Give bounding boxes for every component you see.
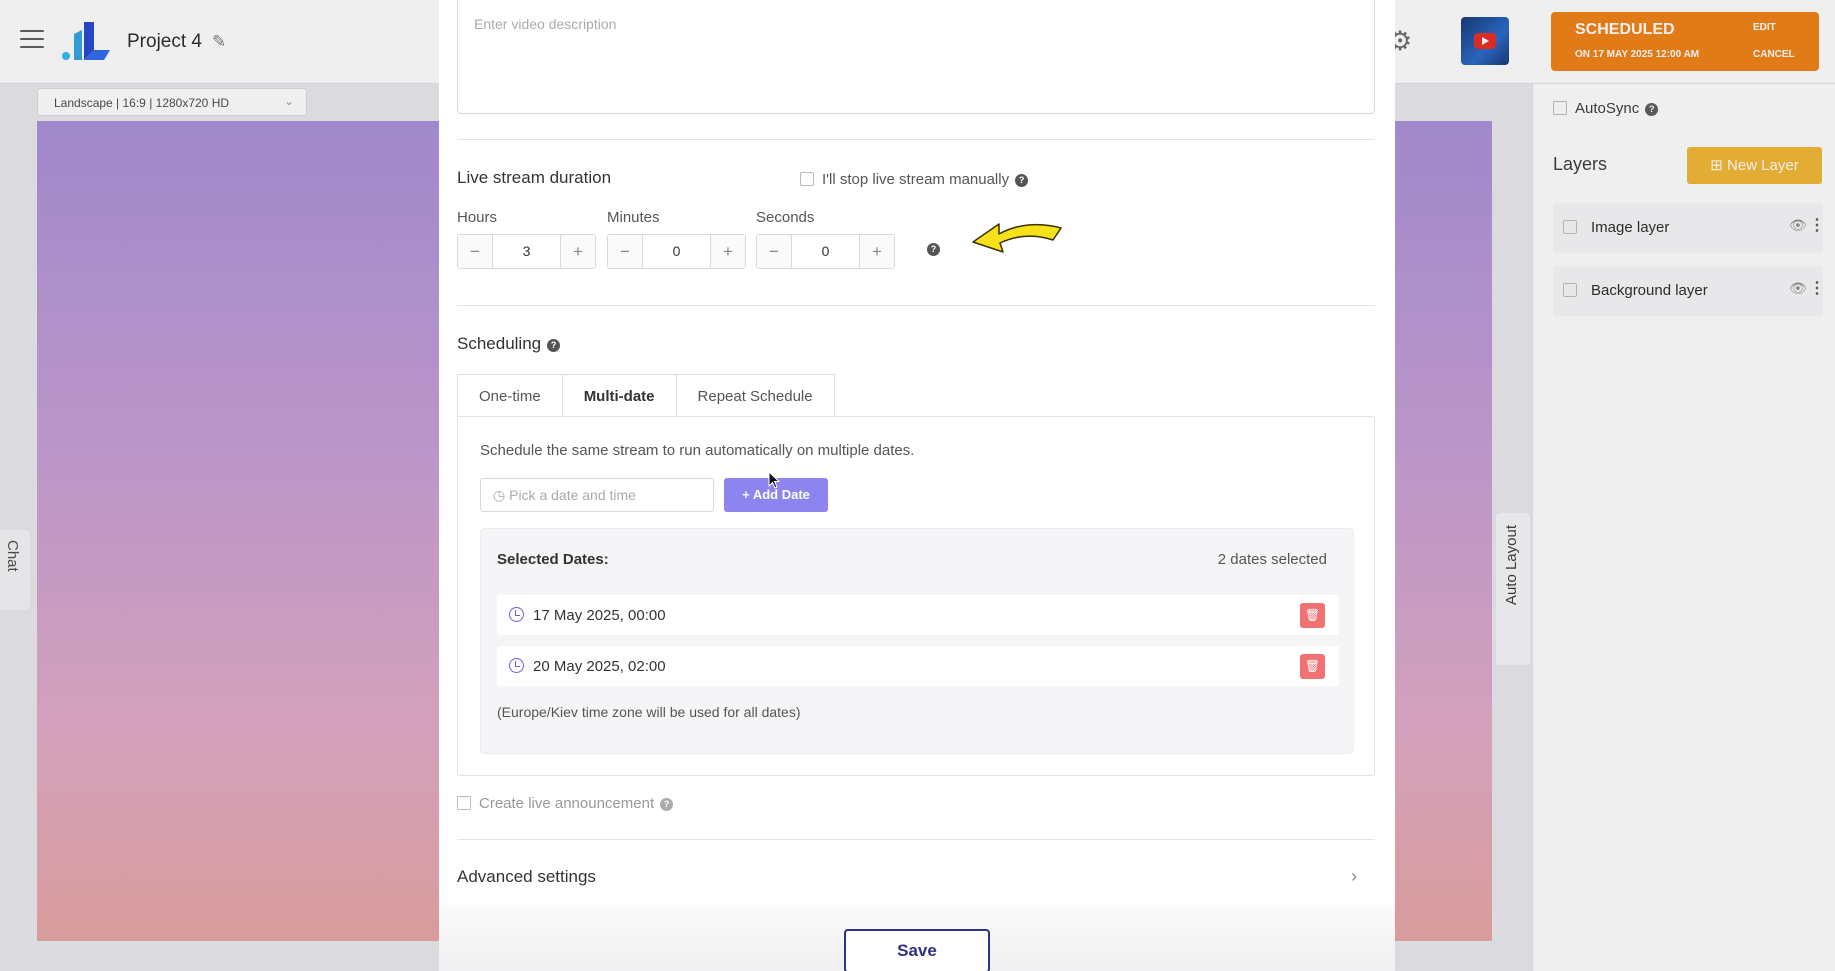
- advanced-settings-toggle[interactable]: Advanced settings: [457, 867, 596, 887]
- date-row: 17 May 2025, 00:00 🗑: [497, 595, 1339, 635]
- decrement-button[interactable]: −: [608, 235, 643, 268]
- decrement-button[interactable]: −: [458, 235, 493, 268]
- help-icon[interactable]: ?: [927, 243, 940, 256]
- add-date-label: Add Date: [752, 487, 810, 502]
- video-description-field[interactable]: Enter video description: [457, 0, 1375, 114]
- live-announcement-label: Create live announcement: [479, 795, 655, 812]
- seconds-stepper[interactable]: − 0 +: [756, 234, 895, 269]
- scheduling-title: Scheduling?: [457, 334, 561, 354]
- hours-stepper[interactable]: − 3 +: [457, 234, 596, 269]
- minutes-value[interactable]: 0: [643, 235, 710, 268]
- clock-icon: [509, 658, 524, 673]
- hours-label: Hours: [457, 209, 498, 226]
- date-time-picker-input[interactable]: ◷ Pick a date and time: [480, 478, 714, 512]
- date-row-value: 20 May 2025, 02:00: [533, 658, 666, 675]
- selected-dates-title: Selected Dates:: [497, 551, 609, 568]
- help-icon[interactable]: ?: [547, 339, 561, 352]
- trash-icon[interactable]: 🗑: [1300, 654, 1325, 679]
- date-time-placeholder: Pick a date and time: [509, 487, 636, 503]
- decrement-button[interactable]: −: [757, 235, 792, 268]
- multi-date-description: Schedule the same stream to run automati…: [480, 442, 915, 459]
- modal-footer: Save: [439, 905, 1395, 971]
- divider: [457, 839, 1375, 840]
- stop-manually-option[interactable]: I'll stop live stream manually?: [800, 171, 1029, 188]
- annotation-arrow-icon: [972, 223, 1062, 253]
- help-icon[interactable]: ?: [660, 798, 674, 811]
- stop-manually-label: I'll stop live stream manually: [822, 171, 1010, 188]
- trash-icon[interactable]: 🗑: [1300, 603, 1325, 628]
- clock-icon: ◷: [493, 487, 506, 503]
- seconds-label: Seconds: [756, 209, 815, 226]
- multi-date-panel: Schedule the same stream to run automati…: [457, 416, 1375, 776]
- seconds-value[interactable]: 0: [792, 235, 859, 268]
- date-row: 20 May 2025, 02:00 🗑: [497, 646, 1339, 686]
- live-announcement-checkbox[interactable]: [457, 796, 471, 810]
- stop-manually-checkbox[interactable]: [800, 172, 814, 186]
- divider: [457, 139, 1375, 140]
- mouse-cursor-icon: [768, 471, 780, 489]
- selected-dates-box: Selected Dates: 2 dates selected 17 May …: [480, 528, 1354, 754]
- increment-button[interactable]: +: [710, 235, 745, 268]
- scheduling-title-text: Scheduling: [457, 334, 542, 353]
- tab-repeat-schedule[interactable]: Repeat Schedule: [675, 374, 835, 417]
- tab-multi-date[interactable]: Multi-date: [561, 374, 677, 417]
- plus-icon: +: [742, 487, 750, 502]
- minutes-stepper[interactable]: − 0 +: [607, 234, 746, 269]
- duration-title: Live stream duration: [457, 168, 612, 187]
- live-announcement-option[interactable]: Create live announcement?: [457, 795, 674, 812]
- stream-settings-modal: Enter video description Live stream dura…: [439, 0, 1395, 971]
- increment-button[interactable]: +: [560, 235, 595, 268]
- tab-one-time[interactable]: One-time: [457, 374, 563, 417]
- video-description-placeholder: Enter video description: [474, 16, 617, 32]
- date-row-value: 17 May 2025, 00:00: [533, 607, 666, 624]
- help-icon[interactable]: ?: [1015, 174, 1029, 187]
- selected-dates-count: 2 dates selected: [1217, 551, 1327, 568]
- minutes-label: Minutes: [607, 209, 660, 226]
- scheduling-tabs: One-time Multi-date Repeat Schedule: [457, 374, 835, 417]
- clock-icon: [509, 607, 524, 622]
- save-button[interactable]: Save: [844, 929, 990, 971]
- timezone-note: (Europe/Kiev time zone will be used for …: [497, 704, 801, 720]
- increment-button[interactable]: +: [859, 235, 894, 268]
- divider: [457, 305, 1375, 306]
- hours-value[interactable]: 3: [493, 235, 560, 268]
- chevron-right-icon[interactable]: ›: [1351, 866, 1357, 887]
